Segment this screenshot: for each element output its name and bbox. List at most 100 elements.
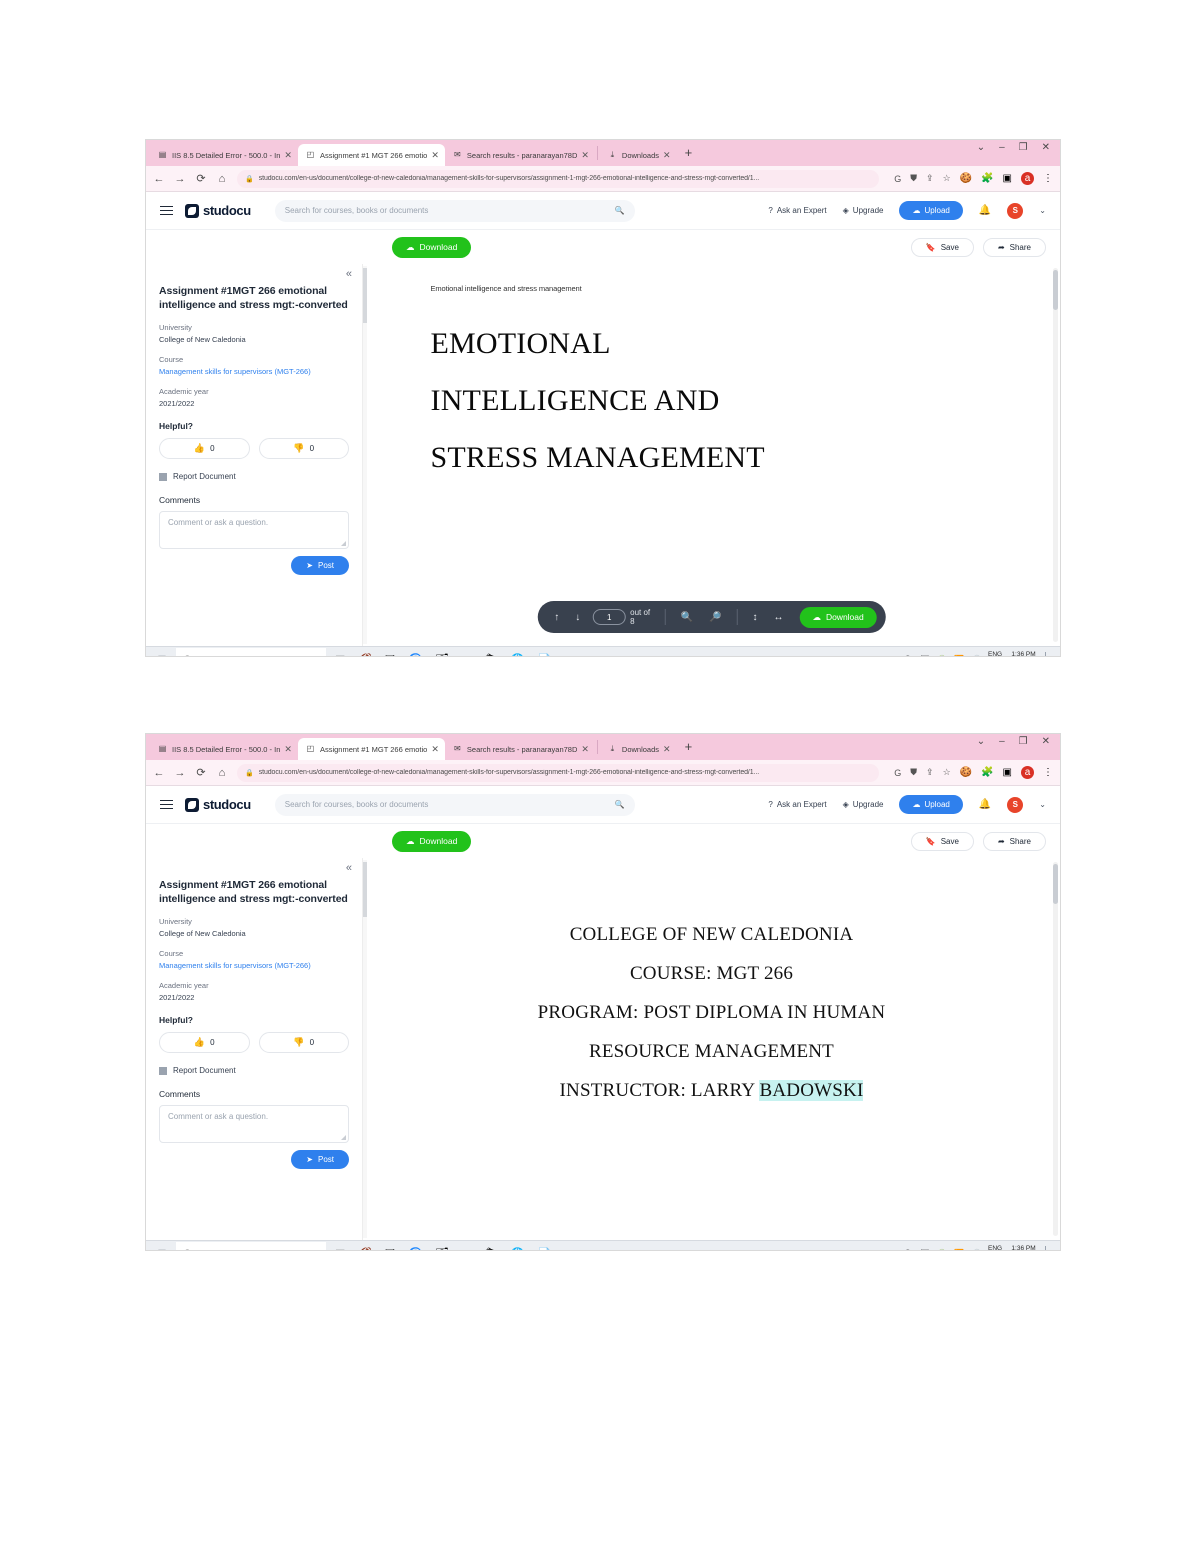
download-button[interactable]: ☁ Download — [392, 236, 472, 258]
browser-tab-search[interactable]: ✉ Search results - paranarayan78DP ✕ — [445, 738, 595, 760]
cookie-icon[interactable]: 🍪 — [960, 767, 972, 778]
keyboard-layout[interactable]: ENG IN — [988, 651, 1002, 656]
download-button[interactable]: ☁ Download — [392, 830, 472, 852]
puzzle-extension-icon[interactable]: 🧩 — [981, 173, 993, 184]
save-button[interactable]: 🔖 Save — [910, 831, 974, 851]
bookmark-star-icon[interactable]: ☆ — [943, 173, 951, 184]
comment-input[interactable]: Comment or ask a question. — [159, 1105, 349, 1144]
translate-icon[interactable]: ⛊ — [910, 767, 917, 778]
minimize-button[interactable]: – — [999, 142, 1005, 153]
chrome-icon[interactable]: 🌐 — [511, 1247, 525, 1250]
viewer-left-scroll-thumb[interactable] — [363, 268, 367, 323]
new-tab-button[interactable]: + — [677, 145, 701, 162]
course-link[interactable]: Management skills for supervisors (MGT-2… — [159, 367, 349, 376]
collapse-sidebar-button[interactable]: « — [346, 268, 352, 280]
reload-icon[interactable]: ⟳ — [195, 766, 207, 779]
viewer-left-scroll-thumb[interactable] — [363, 862, 367, 917]
downvote-button[interactable]: 👎 0 — [258, 1032, 349, 1054]
task-view-icon[interactable]: ❏ — [385, 653, 395, 656]
bell-icon[interactable]: 🔔 — [979, 799, 991, 810]
close-icon[interactable]: ✕ — [431, 150, 439, 161]
football-icon[interactable]: 🏈 — [358, 1247, 372, 1250]
search-icon[interactable]: 🔍 — [615, 800, 625, 809]
share-button[interactable]: ➦ Share — [982, 237, 1046, 257]
puzzle-extension-icon[interactable]: 🧩 — [981, 767, 993, 778]
onedrive-icon[interactable]: ☁ — [888, 655, 896, 656]
chrome-icon[interactable]: 🌐 — [511, 653, 525, 656]
address-bar[interactable]: 🔒 studocu.com/en-us/document/college-of-… — [237, 763, 880, 782]
next-page-button[interactable]: ↓ — [567, 612, 588, 623]
browser-tab-iis[interactable]: ▤ IIS 8.5 Detailed Error - 500.0 - In ✕ — [150, 738, 298, 760]
close-icon[interactable]: ✕ — [581, 150, 589, 161]
upload-button[interactable]: ☁ Upload — [899, 795, 963, 814]
studocu-logo[interactable]: studocu — [185, 797, 251, 812]
translate-icon[interactable]: ⛊ — [910, 173, 917, 184]
profile-avatar[interactable]: a — [1021, 172, 1034, 185]
tray-expand-icon[interactable]: ⌃ — [874, 655, 881, 656]
avatar[interactable]: S — [1007, 202, 1024, 219]
close-icon[interactable]: ✕ — [581, 744, 589, 755]
taskview-icon[interactable]: ▤ — [335, 653, 345, 656]
battery-icon[interactable]: 🔋 — [937, 1249, 947, 1250]
report-document-button[interactable]: Report Document — [159, 1066, 349, 1075]
close-icon[interactable]: ✕ — [284, 744, 292, 755]
upvote-button[interactable]: 👍 0 — [159, 1032, 250, 1054]
search-icon[interactable]: 🔍 — [615, 206, 625, 215]
close-icon[interactable]: ✕ — [284, 150, 292, 161]
tray-expand-icon[interactable]: ⌃ — [874, 1249, 881, 1250]
collapse-sidebar-button[interactable]: « — [346, 862, 352, 874]
google-icon[interactable]: G — [894, 174, 901, 184]
mail-icon[interactable]: ✉ — [462, 1247, 471, 1250]
cookie-icon[interactable]: 🍪 — [960, 173, 972, 184]
document-viewer-2[interactable]: COLLEGE OF NEW CALEDONIA COURSE: MGT 266… — [363, 858, 1060, 1240]
store-icon[interactable]: 🛍 — [484, 653, 498, 656]
save-button[interactable]: 🔖 Save — [910, 237, 974, 257]
mail-icon[interactable]: ✉ — [462, 653, 471, 656]
viewer-scrollbar-thumb[interactable] — [1053, 270, 1058, 310]
browser-menu-icon[interactable]: ⋮ — [1043, 767, 1053, 778]
google-icon[interactable]: G — [894, 768, 901, 778]
share-button[interactable]: ➦ Share — [982, 831, 1046, 851]
football-icon[interactable]: 🏈 — [358, 653, 372, 656]
forward-icon[interactable]: → — [174, 173, 186, 185]
upgrade-link[interactable]: ◈ Upgrade — [843, 206, 884, 215]
zoom-in-icon[interactable]: 🔎 — [701, 612, 729, 623]
chevron-down-icon[interactable]: ⌄ — [1039, 206, 1046, 215]
document-viewer-1[interactable]: Emotional intelligence and stress manage… — [363, 264, 1060, 646]
windows-icon[interactable]: ⊞ — [148, 1247, 176, 1250]
close-icon[interactable]: ✕ — [431, 744, 439, 755]
volume-icon[interactable]: 🔊 — [971, 1249, 981, 1250]
upgrade-link[interactable]: ◈ Upgrade — [843, 800, 884, 809]
windows-icon[interactable]: ⊞ — [148, 653, 176, 656]
browser-menu-icon[interactable]: ⋮ — [1043, 173, 1053, 184]
browser-tab-studocu[interactable]: ◰ Assignment #1 MGT 266 emotio ✕ — [297, 738, 445, 760]
onedrive-icon[interactable]: ☁ — [888, 1249, 896, 1250]
pdf-download-button[interactable]: ☁ Download — [799, 606, 877, 628]
security-icon[interactable]: 🛡 — [903, 1249, 913, 1250]
explorer-icon[interactable]: 🗂 — [435, 653, 449, 656]
browser-tab-downloads[interactable]: ⤓ Downloads ✕ — [600, 144, 677, 166]
weather-widget[interactable]: 🌤 3°C Mostly sunny — [795, 1249, 867, 1250]
explorer-icon[interactable]: 🗂 — [435, 1247, 449, 1250]
home-icon[interactable]: ⌂ — [216, 173, 228, 185]
share-icon[interactable]: ⇪ — [926, 767, 934, 778]
close-button[interactable]: ✕ — [1042, 736, 1050, 747]
collapse-icon[interactable]: ⌄ — [977, 142, 985, 153]
viewer-scrollbar-track[interactable] — [1053, 268, 1058, 642]
fit-height-icon[interactable]: ↕ — [744, 612, 765, 623]
close-icon[interactable]: ✕ — [663, 150, 671, 161]
prev-page-button[interactable]: ↑ — [546, 612, 567, 623]
network-icon[interactable]: 📶 — [954, 1249, 964, 1250]
minimize-button[interactable]: – — [999, 736, 1005, 747]
hamburger-icon[interactable] — [160, 799, 173, 810]
browser-tab-search[interactable]: ✉ Search results - paranarayan78DP ✕ — [445, 144, 595, 166]
post-comment-button[interactable]: ➤ Post — [291, 1150, 349, 1170]
maximize-button[interactable]: ❐ — [1019, 142, 1028, 153]
viewer-scrollbar-thumb[interactable] — [1053, 864, 1058, 904]
home-icon[interactable]: ⌂ — [216, 767, 228, 779]
security-icon[interactable]: 🛡 — [903, 655, 913, 656]
show-desktop-icon[interactable] — [1045, 651, 1054, 656]
network-icon[interactable]: 📶 — [954, 655, 964, 656]
post-comment-button[interactable]: ➤ Post — [291, 556, 349, 576]
display-icon[interactable]: 🖥 — [920, 655, 930, 656]
